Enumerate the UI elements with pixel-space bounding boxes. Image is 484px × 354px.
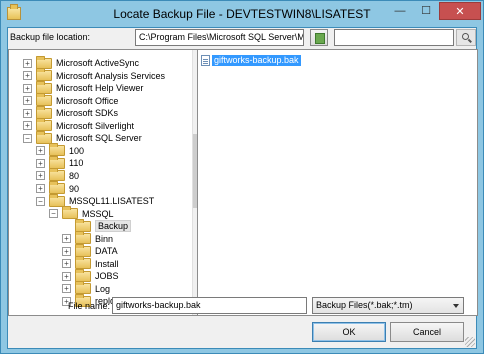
folder-icon [36,93,52,107]
backup-location-input[interactable]: C:\Program Files\Microsoft SQL Server\MS… [135,29,304,46]
search-button[interactable] [456,29,476,46]
tree-item-label: Backup [95,220,132,233]
tree-item[interactable]: − MSSQL11.LISATEST [36,193,155,207]
search-input[interactable] [334,29,454,46]
tree-item[interactable]: + Log [62,281,111,295]
folder-icon [75,281,91,295]
folder-icon [75,231,91,245]
tree-item-label: Microsoft SDKs [56,108,119,119]
tree-item[interactable]: + Binn [62,231,114,245]
folder-icon [49,155,65,169]
minimize-button[interactable]: — [387,2,413,20]
folder-icon [49,181,65,194]
expand-toggle-icon[interactable]: + [23,108,32,118]
file-list[interactable]: giftworks-backup.bak [198,49,478,316]
dialog-client-area: Backup file location: C:\Program Files\M… [7,27,478,349]
tree-item[interactable]: + Microsoft Analysis Services [23,68,166,82]
file-type-select[interactable]: Backup Files(*.bak;*.tm) [312,297,464,314]
expand-toggle-icon[interactable]: + [23,83,32,93]
tree-item[interactable]: +90 [36,181,80,195]
expand-toggle-icon[interactable]: + [62,284,71,294]
expand-toggle-icon[interactable]: + [23,121,32,131]
tree-item-label: Install [95,258,119,269]
tree-item[interactable]: +110 [36,155,84,169]
expand-toggle-icon[interactable]: + [36,171,45,181]
file-icon [201,54,210,66]
tree-item[interactable]: + DATA [62,243,118,257]
tree-item-label: Microsoft Office [56,95,119,106]
tree-item[interactable]: − Microsoft SQL Server [23,130,142,144]
expand-toggle-icon[interactable]: + [36,184,45,193]
folder-icon [49,168,65,182]
resize-grip[interactable] [465,337,475,347]
tree-item-label: 100 [69,145,85,156]
expand-toggle-icon[interactable]: + [62,271,71,281]
file-name-label: File name: [68,301,111,311]
refresh-button[interactable] [310,29,328,46]
tree-item-label: Log [95,283,111,294]
tree-item[interactable]: + Microsoft Office [23,93,119,107]
tree-item[interactable]: Backup [62,218,132,233]
folder-icon [36,105,52,119]
tree-item-label: MSSQL11.LISATEST [69,196,155,207]
locate-backup-file-dialog: Locate Backup File - DEVTESTWIN8\LISATES… [0,0,484,354]
expand-toggle-icon[interactable]: + [23,71,32,81]
folder-icon [36,130,52,144]
expand-toggle-icon[interactable]: + [36,146,45,156]
maximize-button[interactable]: ☐ [413,2,439,20]
file-item-label: giftworks-backup.bak [212,54,301,66]
file-type-selected: Backup Files(*.bak;*.tm) [316,300,413,310]
ok-button[interactable]: OK [312,322,386,342]
tree-item[interactable]: + Microsoft Silverlight [23,118,135,132]
cancel-button[interactable]: Cancel [390,322,464,342]
backup-location-label: Backup file location: [10,32,91,42]
tree-item-label: Microsoft SQL Server [56,133,142,144]
collapse-toggle-icon[interactable]: − [49,209,58,219]
tree-item-label: Microsoft ActiveSync [56,58,140,68]
tree-item-label: 80 [69,170,80,181]
tree-item-label: Binn [95,233,114,244]
tree-item-label: 90 [69,183,80,194]
folder-icon [75,268,91,282]
folder-tree[interactable]: + Microsoft ActiveSync + Microsoft Analysis… [8,49,198,316]
tree-item[interactable]: + JOBS [62,268,119,282]
tree-item[interactable]: − MSSQL [49,206,114,220]
folder-icon [75,218,91,232]
close-button[interactable]: ✕ [439,2,481,20]
folder-icon [36,55,52,69]
tree-item[interactable]: + Install [62,256,119,270]
chevron-down-icon [453,304,459,308]
collapse-toggle-icon[interactable]: − [23,133,32,143]
folder-icon [75,256,91,270]
file-name-input[interactable]: giftworks-backup.bak [112,297,307,314]
folder-icon [36,68,52,82]
tree-item-label: DATA [95,246,118,257]
folder-icon [75,243,91,257]
tree-item-label: JOBS [95,271,119,282]
expand-toggle-icon[interactable]: + [62,259,71,269]
file-item[interactable]: giftworks-backup.bak [201,54,301,66]
tree-item-label: Microsoft Silverlight [56,120,135,131]
folder-icon [62,206,78,220]
expand-toggle-icon[interactable]: + [62,234,71,244]
tree-item-label: Microsoft Help Viewer [56,83,144,94]
tree-item[interactable]: +80 [36,168,80,182]
expand-toggle-icon[interactable]: + [23,96,32,106]
expand-toggle-icon[interactable]: + [36,158,45,168]
folder-icon [49,193,65,207]
title-bar[interactable]: Locate Backup File - DEVTESTWIN8\LISATES… [1,1,483,27]
folder-icon [49,143,65,157]
tree-item-label: MSSQL [82,208,114,219]
tree-item-label: Microsoft Analysis Services [56,70,166,81]
folder-icon [36,80,52,94]
expand-toggle-icon[interactable]: + [23,58,32,68]
search-icon [462,33,469,40]
collapse-toggle-icon[interactable]: − [36,196,45,206]
folder-icon [36,118,52,132]
expand-toggle-icon[interactable]: + [62,246,71,256]
tree-item-label: 110 [69,158,84,169]
tree-item[interactable]: +100 [36,143,85,157]
